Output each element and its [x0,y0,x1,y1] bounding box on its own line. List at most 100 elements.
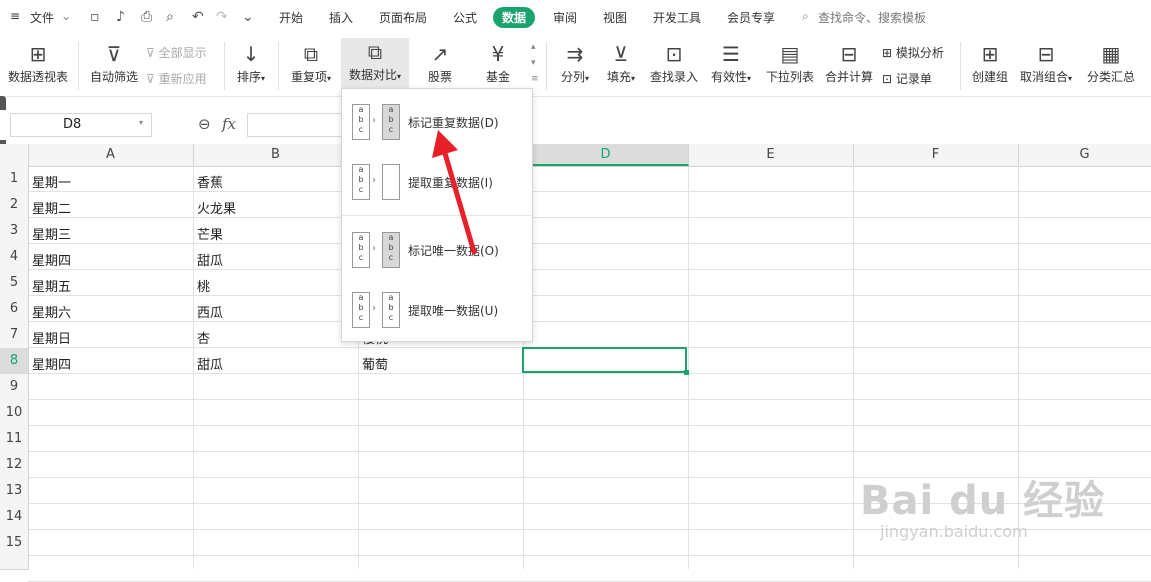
fill-handle[interactable] [684,370,689,375]
file-menu[interactable]: 文件 [30,9,54,26]
result-column-icon: abc [382,292,400,328]
cell-b5[interactable]: 桃 [193,276,210,295]
chevron-down-icon[interactable]: ▾ [139,118,143,127]
column-header-a[interactable]: A [28,144,194,166]
dropdown-list-button[interactable]: ▤ 下拉列表 [764,40,816,85]
row-header-active[interactable]: 8 [0,348,29,375]
chevron-down-icon[interactable]: ⌄ [61,9,71,23]
merge-calc-button[interactable]: ⊟ 合并计算 [822,40,876,85]
format-painter-icon[interactable]: ♪ [116,9,125,25]
cell-a4[interactable]: 星期四 [28,250,71,269]
row-header[interactable]: 10 [0,400,29,427]
row-header[interactable]: 3 [0,218,29,245]
row-header[interactable]: 2 [0,192,29,219]
column-header-d[interactable]: D [523,144,689,166]
list-icon: ▤ [780,42,800,66]
lookup-entry-button[interactable]: ⊡ 查找录入 [648,40,700,85]
row-header[interactable]: 13 [0,478,29,505]
column-header-b[interactable]: B [193,144,359,166]
grid-line [28,399,1151,400]
cell-b8[interactable]: 甜瓜 [193,354,223,373]
save-icon[interactable]: ▫ [90,9,100,25]
cell-a1[interactable]: 星期一 [28,172,71,191]
row-header[interactable]: 4 [0,244,29,271]
scroll-down-icon[interactable]: ▾ [531,58,536,68]
scroll-up-icon[interactable]: ▴ [531,42,536,52]
tab-member[interactable]: 会员专享 [727,9,775,26]
funds-label: 基金 [485,70,510,84]
cell-a3[interactable]: 星期三 [28,224,71,243]
cell-b7[interactable]: 杏 [193,328,210,347]
ungroup-button[interactable]: ⊟ 取消组合▾ [1018,40,1074,85]
tab-page-layout[interactable]: 页面布局 [379,9,427,26]
tab-review[interactable]: 审阅 [553,9,577,26]
row-header[interactable]: 7 [0,322,29,349]
selected-cell-d8[interactable] [522,347,687,373]
column-header-f[interactable]: F [853,144,1019,166]
row-header[interactable]: 6 [0,296,29,323]
row-header[interactable]: 12 [0,452,29,479]
row-header[interactable]: 15 [0,530,29,557]
cell-b1[interactable]: 香蕉 [193,172,223,191]
menu-item-extract-unique[interactable]: abc › abc 提取唯一数据(U) [342,285,532,335]
command-search[interactable]: 查找命令、搜索模板 [818,9,926,26]
funds-button[interactable]: ¥ 基金 [478,40,518,85]
stocks-button[interactable]: ↗ 股票 [420,40,460,85]
formula-input[interactable] [247,113,349,137]
column-header-g[interactable]: G [1018,144,1151,166]
zoom-icon[interactable]: ⊖ [198,115,211,133]
create-group-button[interactable]: ⊞ 创建组 [968,40,1012,85]
name-box[interactable]: D8 ▾ [10,113,152,137]
column-header-e[interactable]: E [688,144,854,166]
tab-data[interactable]: 数据 [493,7,536,28]
cell-a2[interactable]: 星期二 [28,198,71,217]
cell-b2[interactable]: 火龙果 [193,198,236,217]
column-a-icon: abc [352,104,370,140]
cell-a7[interactable]: 星期日 [28,328,71,347]
cell-c8[interactable]: 葡萄 [358,354,388,373]
watermark: Bai du 经验 jingyan.baidu.com [860,440,1140,560]
tab-formulas[interactable]: 公式 [453,9,477,26]
cell-a5[interactable]: 星期五 [28,276,71,295]
subtotal-button[interactable]: ▦ 分类汇总 [1084,40,1138,85]
show-all-button[interactable]: ⊽ 全部显示 [146,44,207,61]
hamburger-icon[interactable]: ≡ [10,9,20,23]
cell-b4[interactable]: 甜瓜 [193,250,223,269]
row-header-partial[interactable] [0,556,29,570]
fill-button[interactable]: ⊻ 填充▾ [602,40,640,85]
cell-b6[interactable]: 西瓜 [193,302,223,321]
tab-view[interactable]: 视图 [603,9,627,26]
cell-b3[interactable]: 芒果 [193,224,223,243]
function-icon[interactable]: fx [222,115,236,133]
duplicates-button[interactable]: ⧉ 重复项▾ [286,40,336,85]
autofilter-button[interactable]: ⊽ 自动筛选 [88,40,140,85]
print-icon[interactable]: ⎙ [141,9,152,25]
reapply-button[interactable]: ⊽ 重新应用 [146,70,207,87]
simulate-analysis-button[interactable]: ⊞ 模拟分析 [882,44,944,61]
row-header[interactable]: 5 [0,270,29,297]
row-header[interactable]: 1 [0,166,29,193]
cell-a6[interactable]: 星期六 [28,302,71,321]
pivot-table-button[interactable]: ⊞ 数据透视表 [6,40,70,85]
sort-button[interactable]: ↓ 排序▾ [232,40,270,85]
select-all-corner[interactable] [0,144,29,166]
watermark-brand: Bai du 经验 [860,478,1106,524]
row-header[interactable]: 9 [0,374,29,401]
tab-home[interactable]: 开始 [279,9,303,26]
tab-insert[interactable]: 插入 [329,9,353,26]
record-form-button[interactable]: ⊡ 记录单 [882,70,932,87]
tab-developer[interactable]: 开发工具 [653,9,701,26]
customize-icon[interactable]: ⌄ [242,9,254,25]
chevron-right-icon: › [372,243,376,254]
row-header[interactable]: 11 [0,426,29,453]
print-preview-icon[interactable]: ⌕ [166,9,174,25]
data-compare-button[interactable]: ⧉ 数据对比▾ [341,38,409,88]
validity-button[interactable]: ☰ 有效性▾ [706,40,756,85]
cell-a8[interactable]: 星期四 [28,354,71,373]
search-icon[interactable]: ⌕ [802,9,809,24]
expand-icon[interactable]: ≡ [531,74,539,84]
split-column-button[interactable]: ⇉ 分列▾ [556,40,594,85]
row-header[interactable]: 14 [0,504,29,531]
redo-icon[interactable]: ↷ [216,9,228,25]
undo-icon[interactable]: ↶ [192,9,204,25]
